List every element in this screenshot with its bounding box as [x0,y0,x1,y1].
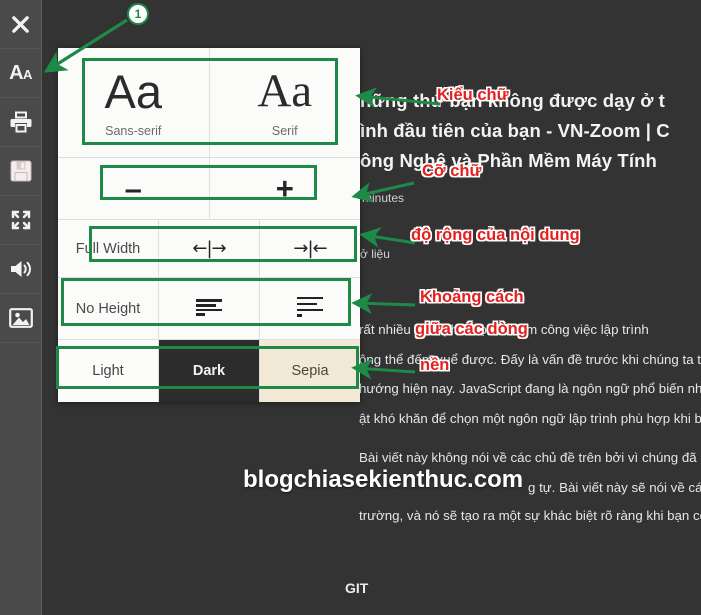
line-height-row: No Height [58,278,360,340]
content-width-row: Full Width ←|→ →|← [58,220,360,278]
font-size-increase-button[interactable]: + [210,158,361,219]
theme-sepia-label: Sepia [291,363,329,379]
narrow-width-icon: →|← [293,238,327,259]
line-height-loose-icon [297,296,323,321]
article-body-line-3: hướng hiện nay. JavaScript đang là ngôn … [359,381,701,396]
article-title-line-1: hững thứ bạn không được dạy ở t [360,90,665,111]
line-height-label-cell: No Height [58,278,159,339]
theme-light-label: Light [92,363,124,379]
reader-toolbar: AA [0,0,42,615]
theme-dark-option[interactable]: Dark [159,340,260,402]
annotation-line-spacing-2: giữa các dòng [415,320,528,338]
sans-serif-sample: Aa [104,64,163,118]
read-aloud-button[interactable] [0,245,41,294]
minus-icon: – [124,171,142,206]
line-height-label: No Height [75,300,141,317]
article-title-line-2: ình đầu tiên của bạn - VN-Zoom | C [360,120,670,141]
expand-width-icon: ←|→ [192,238,226,259]
content-width-expand-button[interactable]: ←|→ [159,220,260,277]
step-marker-1: 1 [127,3,149,25]
annotation-background: nền [420,356,450,374]
watermark: blogchiasekienthuc.com [243,466,524,493]
font-settings-icon: AA [9,61,32,84]
theme-dark-label: Dark [192,363,226,379]
reader-settings-panel: Aa Sans-serif Aa Serif – + Full Width ←|… [58,48,360,402]
serif-label: Serif [271,123,298,138]
font-size-decrease-button[interactable]: – [58,158,210,219]
save-button[interactable] [0,147,41,196]
font-settings-button[interactable]: AA [0,49,41,98]
article-body-line-4: ật khó khăn để chọn một ngôn ngữ lập trì… [359,411,701,426]
content-width-label: Full Width [75,240,141,257]
speaker-icon [9,258,33,280]
article-body-line-7: trường, và nó sẽ tạo ra một sự khác biệt… [359,508,701,523]
font-family-sans-option[interactable]: Aa Sans-serif [58,48,210,157]
content-width-narrow-button[interactable]: →|← [260,220,360,277]
article-title-line-3: ông Nghệ và Phần Mềm Máy Tính [360,150,657,171]
annotation-content-width: độ rộng của nội dung [411,226,580,244]
print-button[interactable] [0,98,41,147]
close-icon [9,13,32,36]
font-size-row: – + [58,158,360,220]
article-footer-heading: GIT [345,580,369,596]
article-body-line-5: Bài viết này không nói về các chủ đề trê… [359,450,701,465]
article-read-time: minutes [362,191,405,205]
line-height-increase-button[interactable] [260,278,360,339]
font-family-row: Aa Sans-serif Aa Serif [58,48,360,158]
font-family-serif-option[interactable]: Aa Serif [210,48,361,157]
article-body-line-2: ông thể đếm xuể được. Đấy là vấn đề trướ… [359,352,701,367]
article-source-meta: ở liệu [360,247,390,261]
print-icon [9,111,33,133]
fullscreen-icon [10,209,32,231]
annotation-font-size: Cỡ chữ [422,162,482,180]
theme-sepia-option[interactable]: Sepia [260,340,360,402]
annotation-line-spacing-1: Khoảng cách [420,288,524,306]
article-body-line-6: g tự. Bài viết này sẽ nói về các [528,480,701,495]
theme-row: Light Dark Sepia [58,340,360,402]
images-button[interactable] [0,294,41,343]
line-height-tight-icon [196,299,222,317]
annotation-font-style: Kiểu chữ [437,86,509,104]
theme-light-option[interactable]: Light [58,340,159,402]
plus-icon: + [275,171,294,206]
sans-serif-label: Sans-serif [105,123,162,138]
fullscreen-button[interactable] [0,196,41,245]
line-height-decrease-button[interactable] [159,278,260,339]
serif-sample: Aa [257,64,313,117]
content-width-label-cell: Full Width [58,220,159,277]
close-button[interactable] [0,0,41,49]
image-icon [8,308,33,328]
save-icon [10,160,32,182]
